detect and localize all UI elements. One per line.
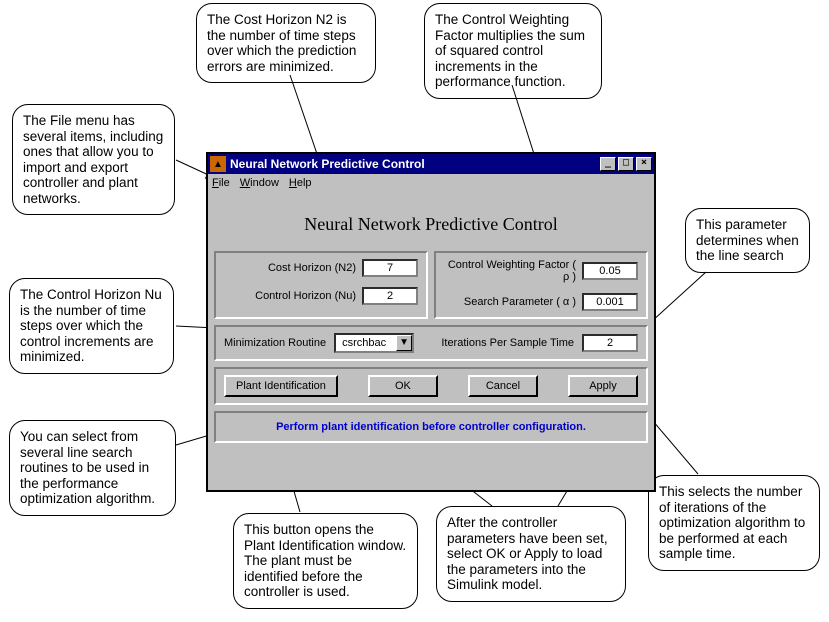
input-iter[interactable]	[582, 334, 638, 352]
status-message: Perform plant identification before cont…	[214, 411, 648, 443]
page-title: Neural Network Predictive Control	[208, 192, 654, 251]
callout-nu: The Control Horizon Nu is the number of …	[9, 278, 174, 374]
dropdown-routine[interactable]: csrchbac ▼	[334, 333, 414, 353]
horizon-panel: Cost Horizon (N2) Control Horizon (Nu)	[214, 251, 428, 319]
app-window: ▲ Neural Network Predictive Control _ □ …	[206, 152, 656, 492]
label-rho: Control Weighting Factor ( ρ )	[444, 259, 576, 283]
matlab-icon: ▲	[210, 156, 226, 172]
apply-button[interactable]: Apply	[568, 375, 638, 397]
callout-plant: This button opens the Plant Identificati…	[233, 513, 418, 609]
label-iter: Iterations Per Sample Time	[441, 337, 574, 349]
menu-help[interactable]: Help	[289, 177, 312, 189]
callout-alpha: This parameter determines when the line …	[685, 208, 810, 273]
dropdown-routine-value: csrchbac	[336, 337, 396, 349]
callout-okapply: After the controller parameters have bee…	[436, 506, 626, 602]
maximize-button[interactable]: □	[618, 157, 634, 171]
titlebar: ▲ Neural Network Predictive Control _ □ …	[208, 154, 654, 174]
input-alpha[interactable]	[582, 293, 638, 311]
label-n2: Cost Horizon (N2)	[224, 262, 356, 274]
ok-button[interactable]: OK	[368, 375, 438, 397]
label-alpha: Search Parameter ( α )	[444, 296, 576, 308]
weighting-panel: Control Weighting Factor ( ρ ) Search Pa…	[434, 251, 648, 319]
close-button[interactable]: ×	[636, 157, 652, 171]
callout-search: You can select from several line search …	[9, 420, 176, 516]
callout-n2: The Cost Horizon N2 is the number of tim…	[196, 3, 376, 83]
callout-rho: The Control Weighting Factor multiplies …	[424, 3, 602, 99]
callout-iter: This selects the number of iterations of…	[648, 475, 820, 571]
input-rho[interactable]	[582, 262, 638, 280]
label-routine: Minimization Routine	[224, 337, 326, 349]
menu-window[interactable]: Window	[240, 177, 279, 189]
input-n2[interactable]	[362, 259, 418, 277]
callout-file: The File menu has several items, includi…	[12, 104, 175, 215]
button-row: Plant Identification OK Cancel Apply	[214, 367, 648, 405]
label-nu: Control Horizon (Nu)	[224, 290, 356, 302]
plant-identification-button[interactable]: Plant Identification	[224, 375, 338, 397]
input-nu[interactable]	[362, 287, 418, 305]
chevron-down-icon: ▼	[396, 335, 412, 351]
routine-panel: Minimization Routine csrchbac ▼ Iteratio…	[214, 325, 648, 361]
menu-file[interactable]: File	[212, 177, 230, 189]
minimize-button[interactable]: _	[600, 157, 616, 171]
window-title: Neural Network Predictive Control	[230, 157, 425, 171]
cancel-button[interactable]: Cancel	[468, 375, 538, 397]
menubar: File Window Help	[208, 174, 654, 192]
